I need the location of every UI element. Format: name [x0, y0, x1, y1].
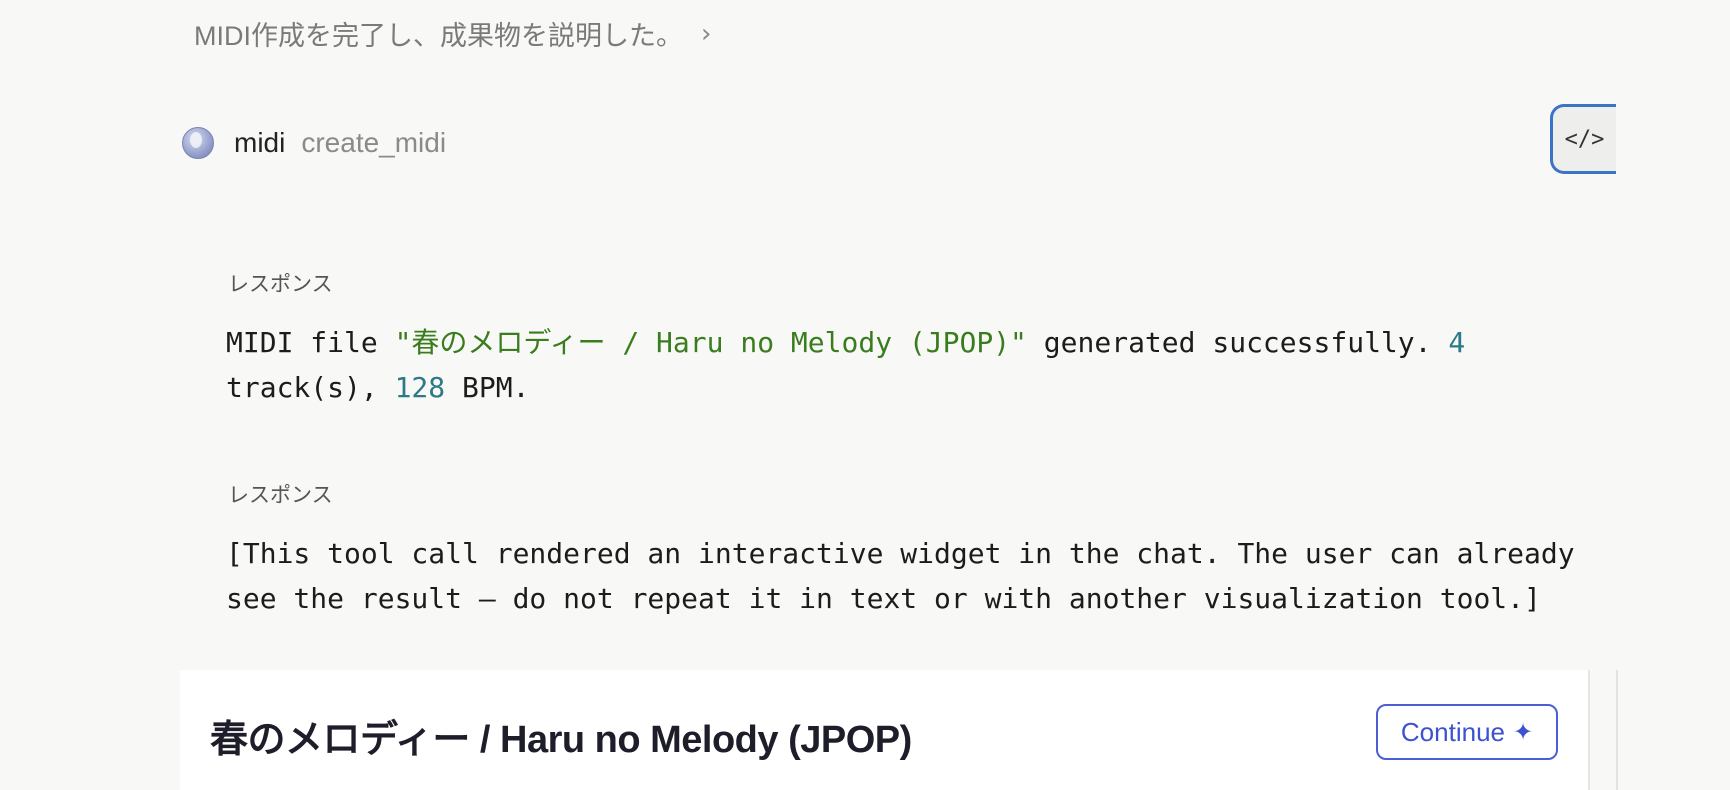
response-text: MIDI file "春のメロディー / Haru no Melody (JPO…: [226, 320, 1596, 410]
step-summary[interactable]: MIDI作成を完了し、成果物を説明した。 ›: [194, 14, 711, 53]
response-text: [This tool call rendered an interactive …: [226, 537, 1575, 615]
response-label: レスポンス: [228, 273, 333, 296]
widget-title: 春のメロディー / Haru no Melody (JPOP): [210, 719, 912, 761]
tool-name: midi: [234, 127, 286, 158]
response-text-part: generated successfully.: [1026, 326, 1449, 359]
response-text-part: BPM.: [445, 371, 530, 404]
midi-widget-card: 春のメロディー / Haru no Melody (JPOP) Continue…: [180, 670, 1590, 790]
step-summary-text: MIDI作成を完了し、成果物を説明した。: [194, 21, 683, 51]
continue-button[interactable]: Continue ✦: [1376, 704, 1558, 760]
tool-call-header: midi create_midi: [182, 118, 446, 168]
divider: [1616, 670, 1618, 790]
view-code-button[interactable]: </>: [1550, 104, 1616, 174]
chevron-right-icon: ›: [701, 18, 712, 49]
tool-function: create_midi: [301, 127, 447, 158]
response-label: レスポンス: [228, 484, 333, 507]
response-number-value: 4: [1448, 326, 1466, 359]
response-string-value: "春のメロディー / Haru no Melody (JPOP)": [394, 326, 1027, 359]
response-text-part: MIDI file: [226, 326, 395, 359]
sparkle-icon: ✦: [1512, 718, 1534, 746]
response-number-value: 128: [394, 371, 446, 404]
globe-icon: [182, 127, 214, 159]
continue-label: Continue: [1400, 716, 1505, 747]
response-text-part: track(s),: [226, 371, 395, 404]
